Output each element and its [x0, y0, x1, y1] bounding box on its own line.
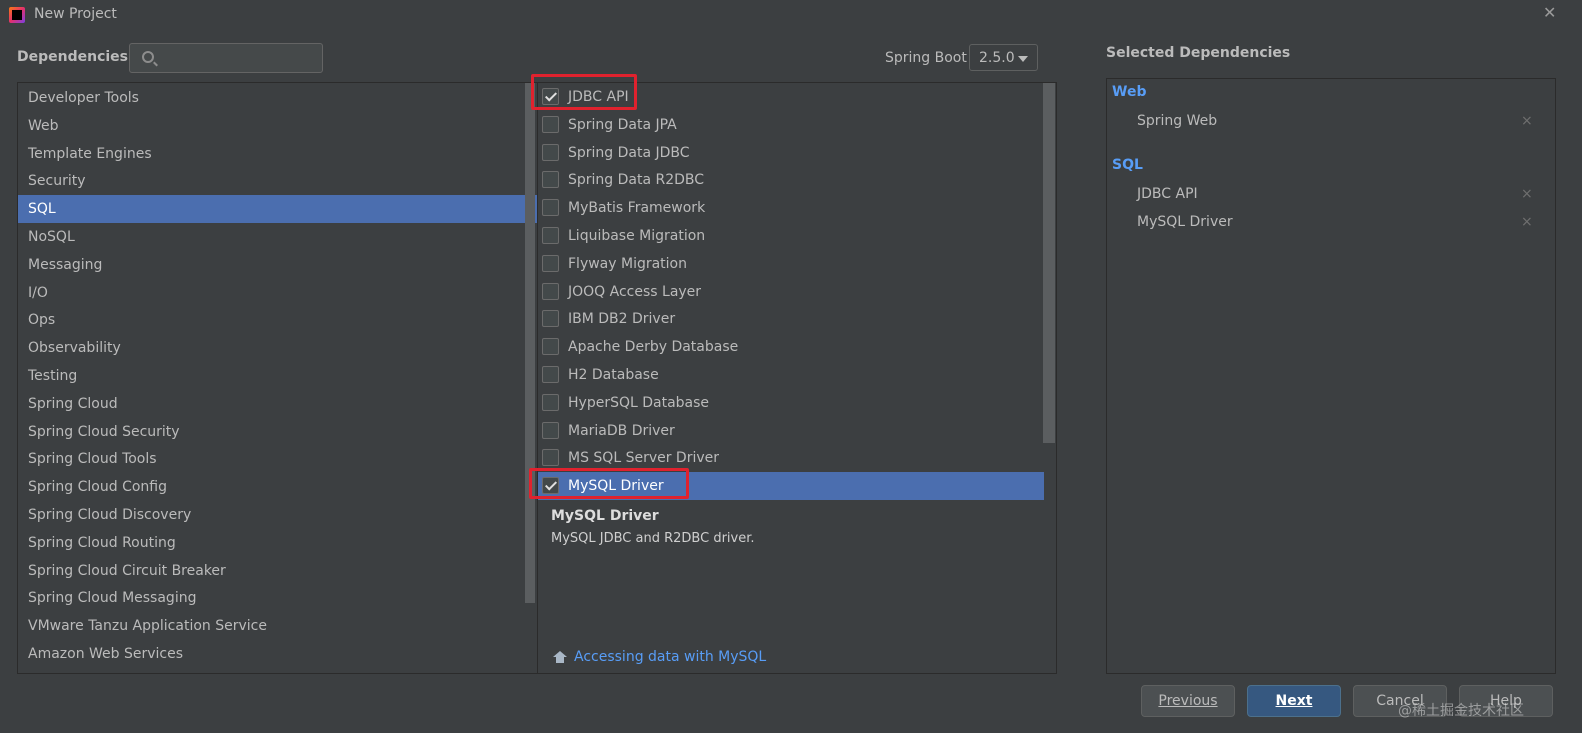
dependency-label: H2 Database — [568, 367, 659, 383]
dependency-item[interactable]: Apache Derby Database — [538, 333, 1044, 361]
dependency-item[interactable]: MariaDB Driver — [538, 417, 1044, 445]
guide-link[interactable]: Accessing data with MySQL — [574, 649, 766, 665]
category-item[interactable]: Observability — [18, 334, 538, 362]
dependency-label: Spring Data R2DBC — [568, 172, 705, 189]
checkbox[interactable] — [542, 366, 559, 383]
selected-dependencies-panel: Web Spring Web × SQL JDBC API × MySQL Driver × — [1106, 78, 1556, 674]
dependency-item[interactable]: Flyway Migration — [538, 250, 1044, 278]
selected-dependency-item: MySQL Driver — [1137, 214, 1233, 230]
dependency-item[interactable]: Spring Data R2DBC — [538, 166, 1044, 194]
category-item[interactable]: Amazon Web Services — [18, 640, 538, 668]
checkbox[interactable] — [542, 254, 559, 272]
dependency-list: JDBC API Spring Data JPA Spring Data JDBC S… — [538, 83, 1056, 501]
dependency-browser-panel: Developer Tools Web Template Engines Securi… — [17, 82, 1057, 674]
category-item[interactable]: Security — [18, 167, 538, 195]
selected-dependency-item: JDBC API — [1137, 185, 1198, 202]
dependency-label: Liquibase Migration — [568, 228, 706, 244]
dependency-item[interactable]: JOOQ Access Layer — [538, 278, 1044, 306]
dependency-label: IBM DB2 Driver — [568, 311, 676, 328]
dependency-item[interactable]: Spring Data JDBC — [538, 139, 1044, 167]
dependencies-label: Dependencies — [17, 49, 129, 65]
category-item[interactable]: SQL — [18, 195, 538, 224]
category-item[interactable]: Developer Tools — [18, 84, 538, 112]
category-item[interactable]: Spring Cloud Config — [18, 473, 538, 501]
remove-icon[interactable]: × — [1521, 113, 1533, 129]
dependency-item[interactable]: IBM DB2 Driver — [538, 305, 1044, 333]
dependency-item[interactable]: HyperSQL Database — [538, 389, 1044, 417]
category-item[interactable]: Spring Cloud Tools — [18, 445, 538, 473]
checkbox[interactable] — [542, 338, 559, 356]
category-item[interactable]: NoSQL — [18, 223, 538, 251]
selected-dependencies-title: Selected Dependencies — [1106, 45, 1291, 61]
dependency-label: JOOQ Access Layer — [568, 283, 702, 300]
spring-boot-label: Spring Boot — [885, 50, 967, 66]
dependency-label: Spring Data JPA — [568, 116, 677, 133]
checkbox[interactable] — [542, 143, 559, 161]
next-button[interactable]: Next — [1247, 685, 1341, 717]
category-item[interactable]: Spring Cloud Security — [18, 418, 538, 446]
remove-icon[interactable]: × — [1521, 186, 1533, 202]
description-text: MySQL JDBC and R2DBC driver. — [551, 531, 755, 546]
chevron-down-icon — [1018, 56, 1028, 62]
spring-boot-version-select[interactable]: 2.5.0 — [969, 44, 1038, 71]
category-item[interactable]: Spring Cloud — [18, 390, 538, 418]
category-item[interactable]: Ops — [18, 306, 538, 334]
category-item[interactable]: Spring Cloud Messaging — [18, 584, 538, 612]
remove-icon[interactable]: × — [1521, 214, 1533, 230]
checkbox[interactable] — [542, 449, 559, 467]
checkbox[interactable] — [542, 282, 559, 300]
home-icon — [553, 651, 567, 663]
category-item[interactable]: Testing — [18, 362, 538, 390]
intellij-app-icon — [9, 7, 25, 23]
dependency-item[interactable]: MyBatis Framework — [538, 194, 1044, 222]
checkbox[interactable] — [542, 227, 559, 244]
category-item[interactable]: Spring Cloud Discovery — [18, 501, 538, 529]
window-title: New Project — [34, 6, 117, 22]
close-icon[interactable]: ✕ — [1543, 3, 1556, 22]
dependency-item[interactable]: H2 Database — [538, 361, 1044, 389]
checkbox[interactable] — [542, 393, 559, 411]
spring-boot-version-value: 2.5.0 — [979, 50, 1015, 66]
category-item[interactable]: Messaging — [18, 251, 538, 279]
category-item[interactable]: I/O — [18, 279, 538, 307]
checkbox[interactable] — [542, 171, 559, 189]
dependency-item[interactable]: Liquibase Migration — [538, 222, 1044, 250]
dependency-label: MariaDB Driver — [568, 422, 675, 439]
search-input[interactable] — [129, 43, 323, 73]
dependency-scrollbar[interactable] — [1043, 83, 1055, 443]
dependency-label: Flyway Migration — [568, 255, 687, 272]
dependency-label: Spring Data JDBC — [568, 144, 690, 161]
description-title: MySQL Driver — [551, 508, 659, 524]
selected-dependency-item: Spring Web — [1137, 113, 1218, 129]
category-list: Developer Tools Web Template Engines Securi… — [18, 83, 538, 673]
highlight-box-jdbc-api — [531, 74, 637, 110]
dependency-label: Apache Derby Database — [568, 339, 739, 356]
category-item[interactable]: VMware Tanzu Application Service — [18, 612, 538, 640]
checkbox[interactable] — [542, 421, 559, 439]
search-icon — [142, 51, 154, 63]
dependency-label: HyperSQL Database — [568, 394, 710, 411]
category-item[interactable]: Spring Cloud Routing — [18, 529, 538, 557]
watermark: @稀土掘金技术社区 — [1398, 703, 1524, 719]
selected-group-header: SQL — [1112, 156, 1143, 173]
highlight-box-mysql-driver — [529, 468, 689, 499]
title-bar: New Project ✕ — [0, 0, 1582, 32]
category-scrollbar[interactable] — [525, 83, 535, 603]
dependency-item[interactable]: Spring Data JPA — [538, 111, 1044, 139]
dependency-label: MyBatis Framework — [568, 200, 706, 217]
checkbox[interactable] — [542, 199, 559, 217]
category-item[interactable]: Web — [18, 112, 538, 140]
checkbox[interactable] — [542, 115, 559, 133]
checkbox[interactable] — [542, 310, 559, 328]
category-item[interactable]: Spring Cloud Circuit Breaker — [18, 557, 538, 585]
selected-group-header: Web — [1112, 84, 1147, 100]
category-item[interactable]: Template Engines — [18, 140, 538, 168]
previous-button[interactable]: Previous — [1141, 685, 1235, 717]
